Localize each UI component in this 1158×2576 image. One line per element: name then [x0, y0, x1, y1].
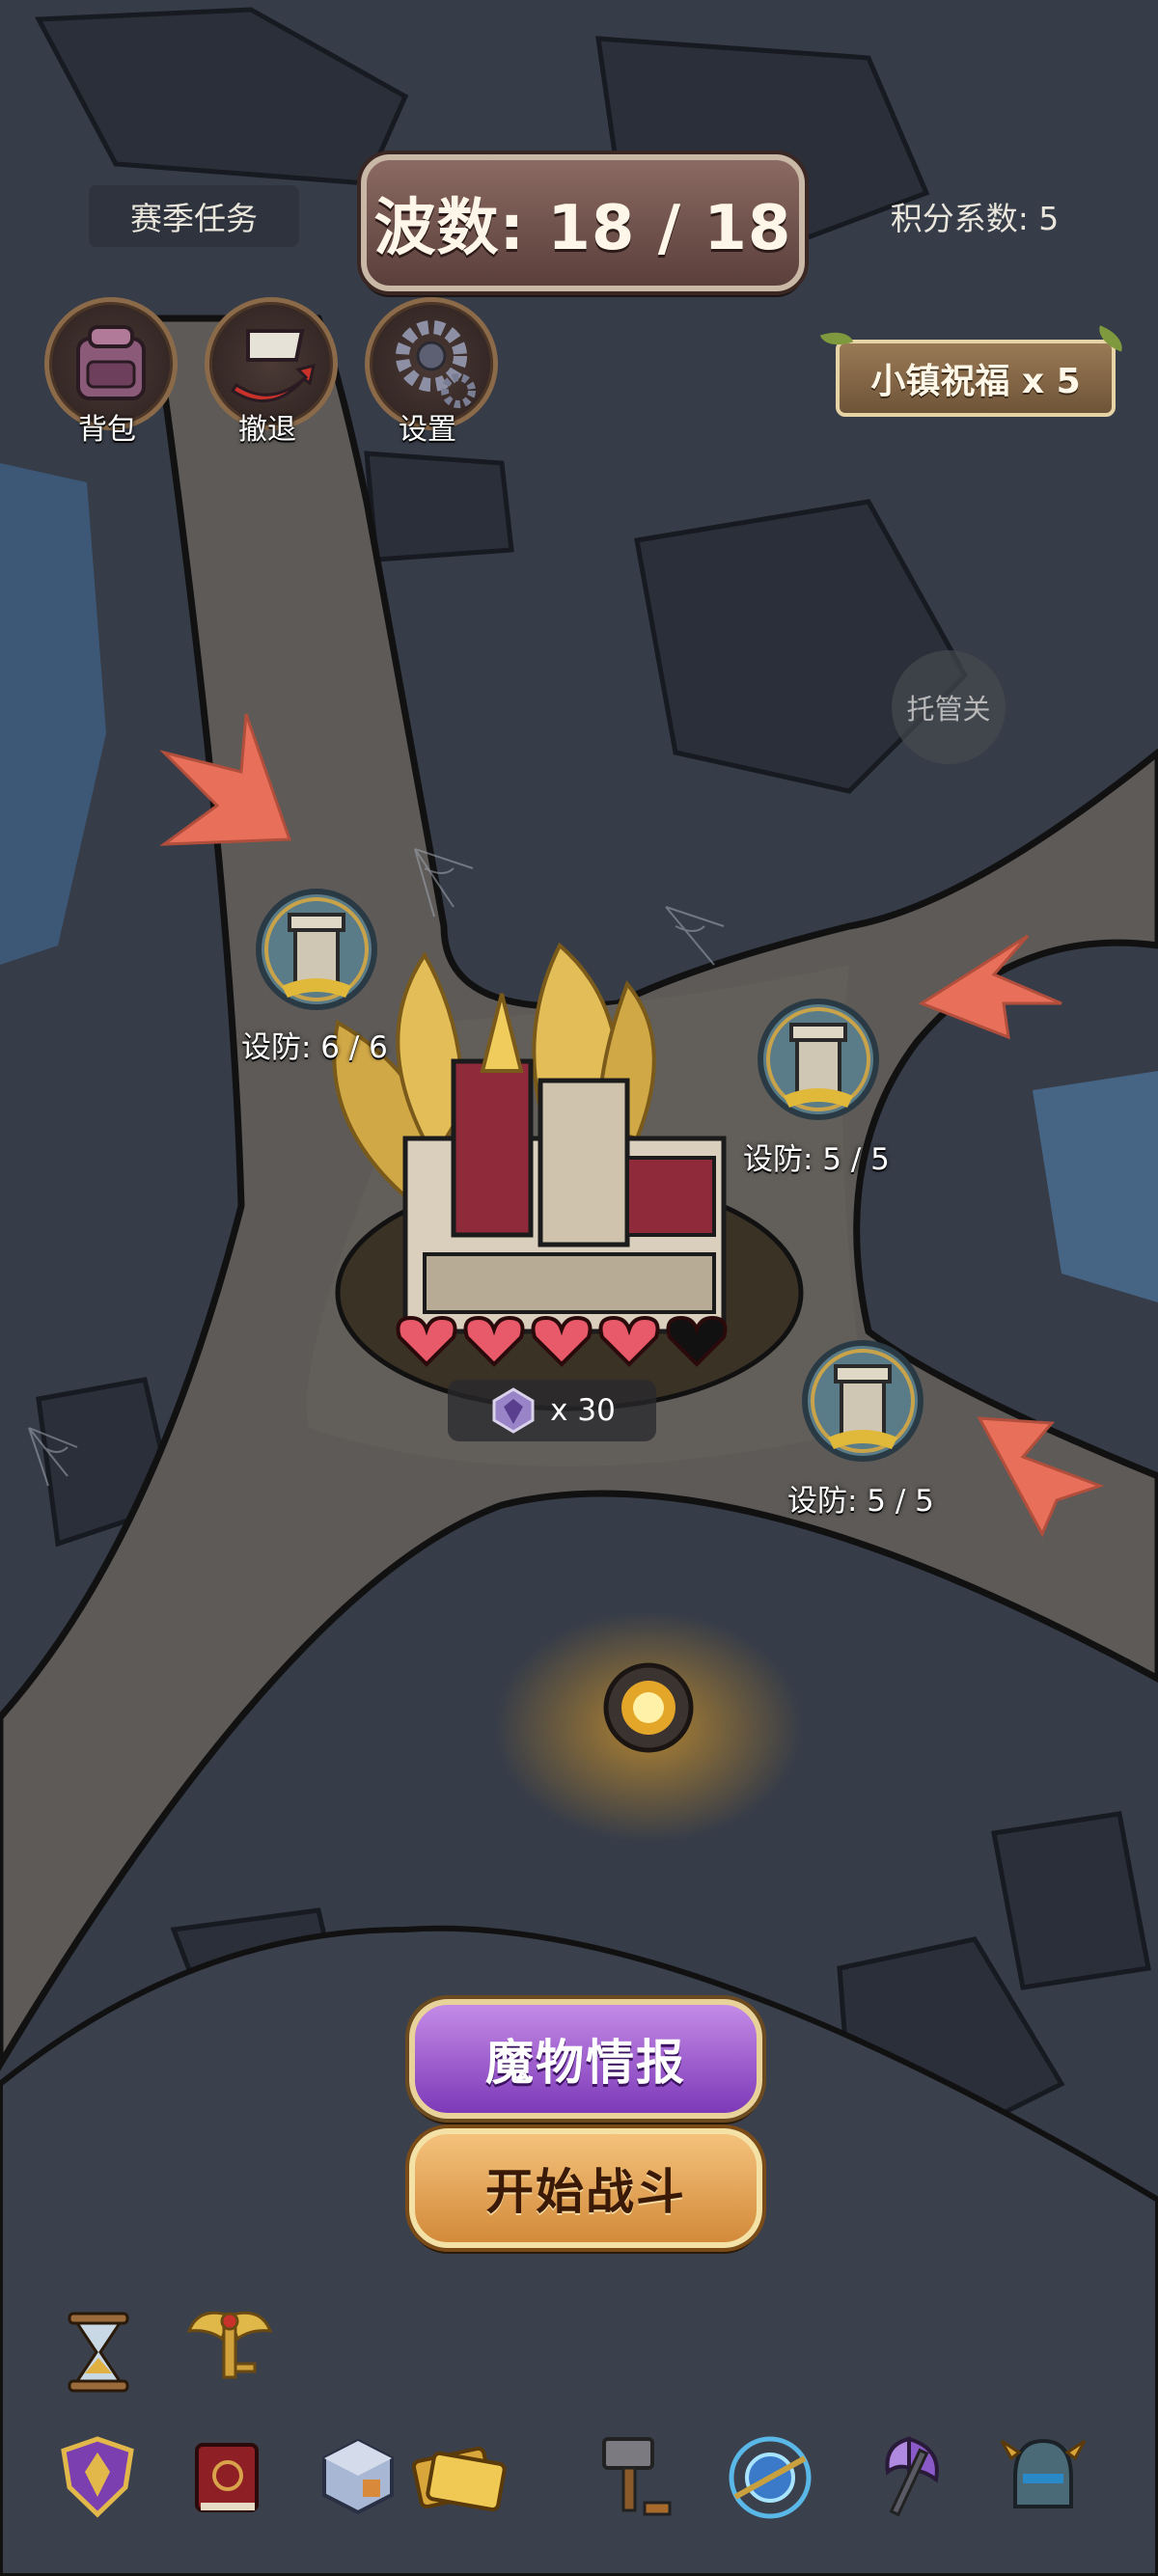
tower-slot[interactable]: [253, 886, 380, 1013]
tower-icon: [256, 889, 377, 1010]
season-tasks-label: 赛季任务: [130, 200, 258, 237]
score-coefficient-label: 积分系数: 5: [890, 200, 1060, 237]
tower-slot[interactable]: [755, 996, 882, 1123]
tower-slot[interactable]: [799, 1337, 926, 1465]
heart-full-icon: [463, 1315, 525, 1367]
purple-gem-icon: [492, 1387, 535, 1434]
tower-icon: [758, 999, 879, 1120]
gem-counter: x 30: [448, 1380, 656, 1441]
season-tasks-button[interactable]: 赛季任务: [89, 185, 299, 247]
start-battle-button[interactable]: 开始战斗: [409, 2128, 762, 2248]
magic-orb-icon: [729, 2436, 812, 2519]
monster-info-button[interactable]: 魔物情报: [409, 1999, 762, 2119]
bottom-item-slot[interactable]: [722, 2429, 818, 2526]
heart-empty-icon: [666, 1315, 728, 1367]
winged-key-icon: [186, 2311, 273, 2379]
winged-key-button[interactable]: [179, 2296, 280, 2397]
town-blessing-button[interactable]: 小镇祝福 x 5: [836, 340, 1116, 417]
backpack-label: 背包: [78, 413, 136, 447]
dice-cube-icon: [322, 2438, 394, 2515]
settings-label: 设置: [399, 413, 456, 447]
monster-info-label: 魔物情报: [485, 2035, 686, 2091]
tower-defense-label: 设防: 6 / 6: [241, 1030, 388, 1065]
wave-counter-label: 波数: 18 / 18: [373, 193, 792, 264]
bottom-item-slot[interactable]: [315, 2433, 401, 2520]
start-battle-label: 开始战斗: [485, 2164, 686, 2220]
bottom-item-slot[interactable]: [54, 2433, 141, 2520]
backpack-button[interactable]: 背包: [35, 297, 179, 447]
battle-axe-icon: [885, 2436, 939, 2517]
settings-button[interactable]: 设置: [355, 297, 500, 447]
red-book-icon: [195, 2443, 259, 2512]
hourglass-icon: [68, 2312, 129, 2393]
retreat-label: 撤退: [238, 413, 296, 447]
tower-defense-label: 设防: 5 / 5: [787, 1484, 934, 1519]
tower-icon: [802, 1340, 924, 1462]
hammer-icon: [602, 2437, 672, 2516]
purple-shield-icon: [61, 2436, 134, 2518]
town-blessing-label: 小镇祝福 x 5: [870, 362, 1081, 401]
wave-counter: 波数: 18 / 18: [361, 154, 805, 291]
tower-defense-label: 设防: 5 / 5: [743, 1142, 890, 1177]
knight-helmet-icon: [1000, 2438, 1087, 2508]
golden-tickets-icon: [411, 2446, 507, 2512]
bottom-item-slot[interactable]: [859, 2429, 946, 2517]
auto-battle-toggle[interactable]: 托管关: [892, 650, 1006, 764]
bottom-item-slot[interactable]: [1000, 2429, 1087, 2516]
heart-full-icon: [396, 1315, 457, 1367]
bottom-item-slot[interactable]: [405, 2433, 507, 2520]
heart-full-icon: [531, 1315, 593, 1367]
auto-battle-label: 托管关: [906, 693, 991, 726]
gem-count: x 30: [550, 1393, 616, 1428]
bottom-item-slot[interactable]: [183, 2433, 270, 2520]
score-coefficient: 积分系数: 5: [859, 189, 1090, 243]
retreat-button[interactable]: 撤退: [195, 297, 340, 447]
bottom-item-slot[interactable]: [591, 2429, 677, 2516]
hourglass-button[interactable]: [52, 2306, 145, 2398]
heart-full-icon: [598, 1315, 660, 1367]
castle-hearts: [396, 1310, 743, 1374]
